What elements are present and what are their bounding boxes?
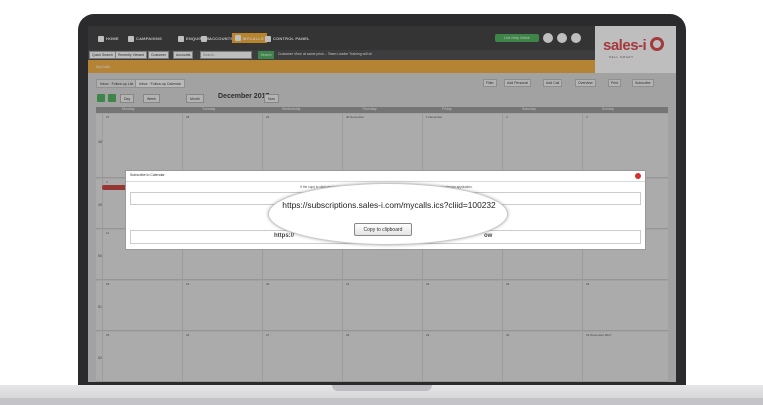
stage: HOME CAMPAIGNS ENQUIRIES ACCOUNTS MYCALL…: [0, 0, 763, 405]
modal-divider: [126, 181, 645, 182]
close-icon[interactable]: [635, 173, 641, 179]
subscription-url[interactable]: https://subscriptions.sales-i.com/mycall…: [269, 200, 509, 210]
zoom-lens: https://subscriptions.sales-i.com/mycall…: [268, 183, 508, 245]
copy-to-clipboard-button[interactable]: Copy to clipboard: [354, 223, 412, 236]
url-fragment-left: https://: [274, 233, 294, 239]
laptop-notch: [332, 385, 432, 391]
screen: HOME CAMPAIGNS ENQUIRIES ACCOUNTS MYCALL…: [88, 26, 676, 382]
modal-title: Subscribe to Calendar: [130, 173, 165, 177]
url-fragment-right: ow: [484, 233, 493, 239]
laptop-shadow: [0, 398, 763, 405]
